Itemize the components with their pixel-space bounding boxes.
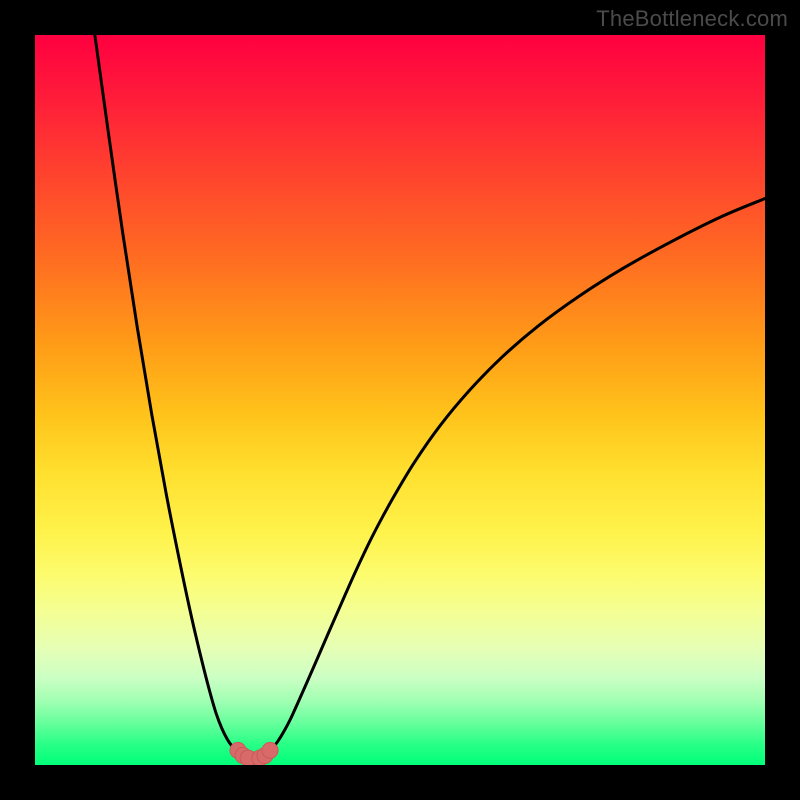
markers-group [230,742,278,765]
watermark-text: TheBottleneck.com [596,6,788,32]
trough-marker [262,742,278,758]
curves-group [95,35,765,759]
chart-svg [35,35,765,765]
chart-frame: TheBottleneck.com [0,0,800,800]
series-left-branch [95,35,243,754]
series-right-branch [265,199,765,755]
plot-area [35,35,765,765]
